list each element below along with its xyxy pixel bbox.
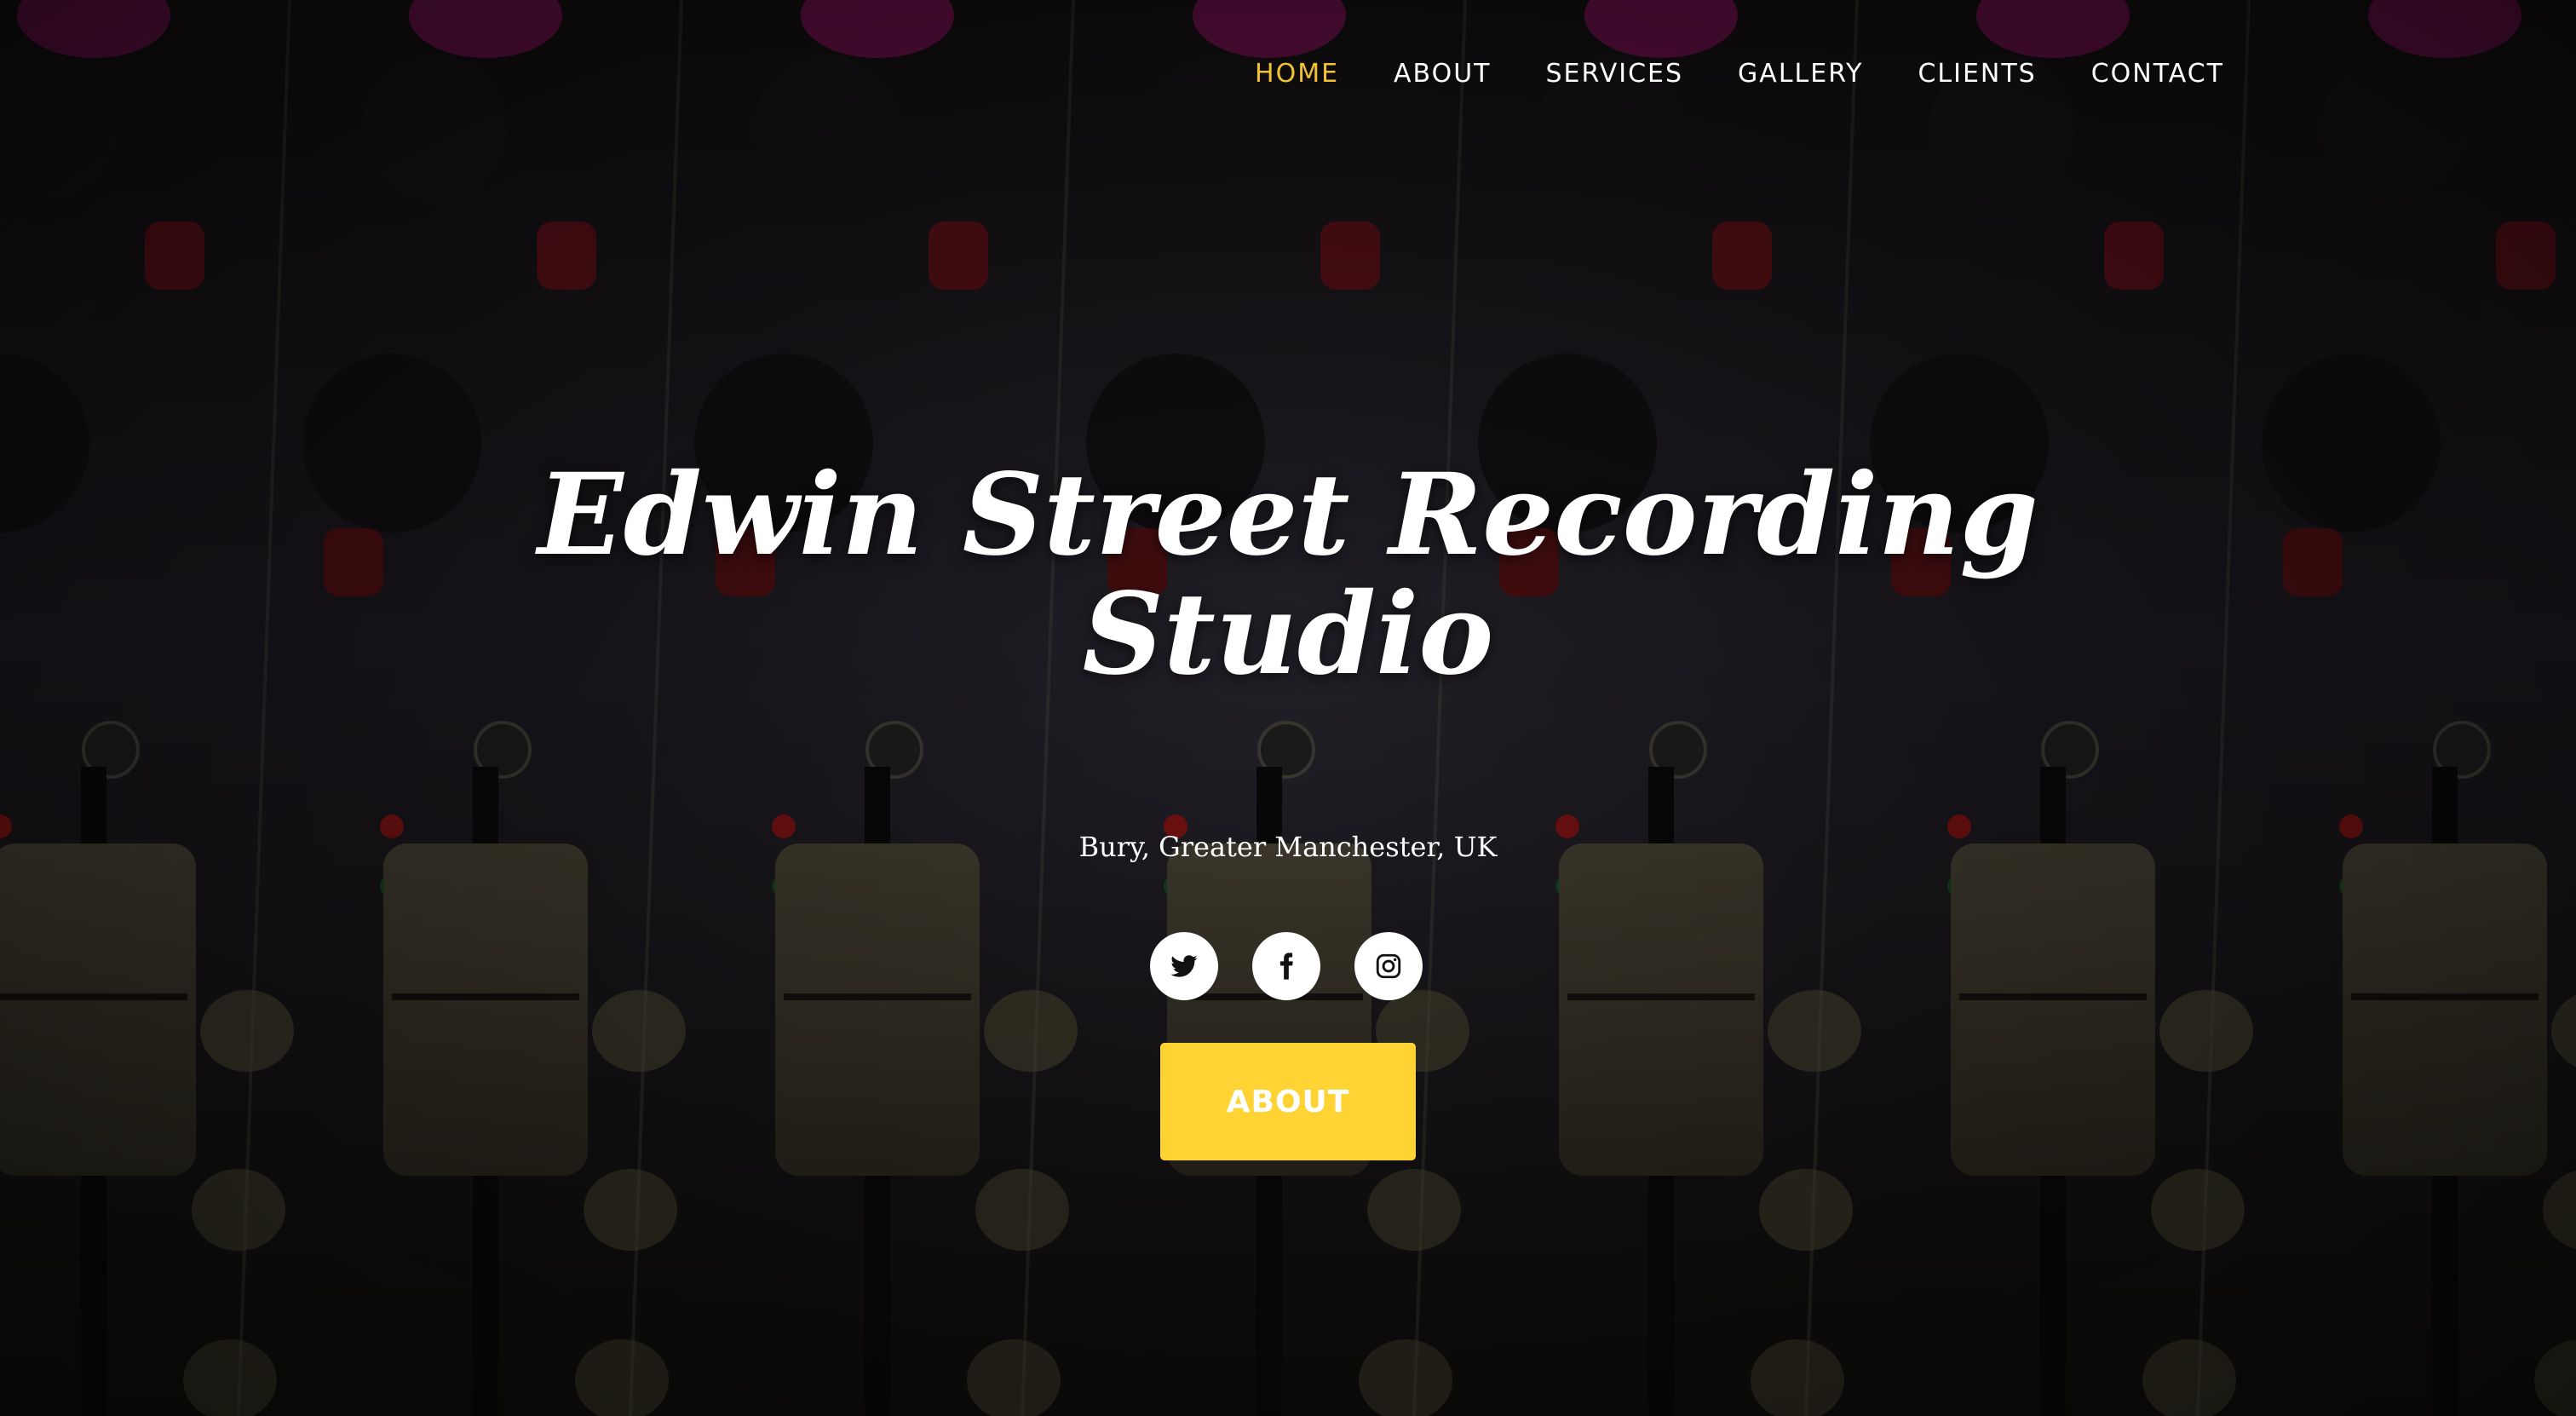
about-button[interactable]: ABOUT xyxy=(1160,1043,1416,1160)
social-links xyxy=(1150,932,1423,1000)
hero-subtitle: Bury, Greater Manchester, UK xyxy=(1078,831,1498,863)
hero-title: Edwin Street Recording Studio xyxy=(538,449,2038,700)
twitter-link[interactable] xyxy=(1150,932,1218,1000)
twitter-icon xyxy=(1170,955,1198,977)
facebook-icon xyxy=(1279,953,1293,980)
instagram-icon xyxy=(1376,953,1401,979)
facebook-link[interactable] xyxy=(1252,932,1320,1000)
hero-section: Edwin Street Recording Studio Bury, Grea… xyxy=(0,0,2576,1416)
instagram-link[interactable] xyxy=(1354,932,1423,1000)
